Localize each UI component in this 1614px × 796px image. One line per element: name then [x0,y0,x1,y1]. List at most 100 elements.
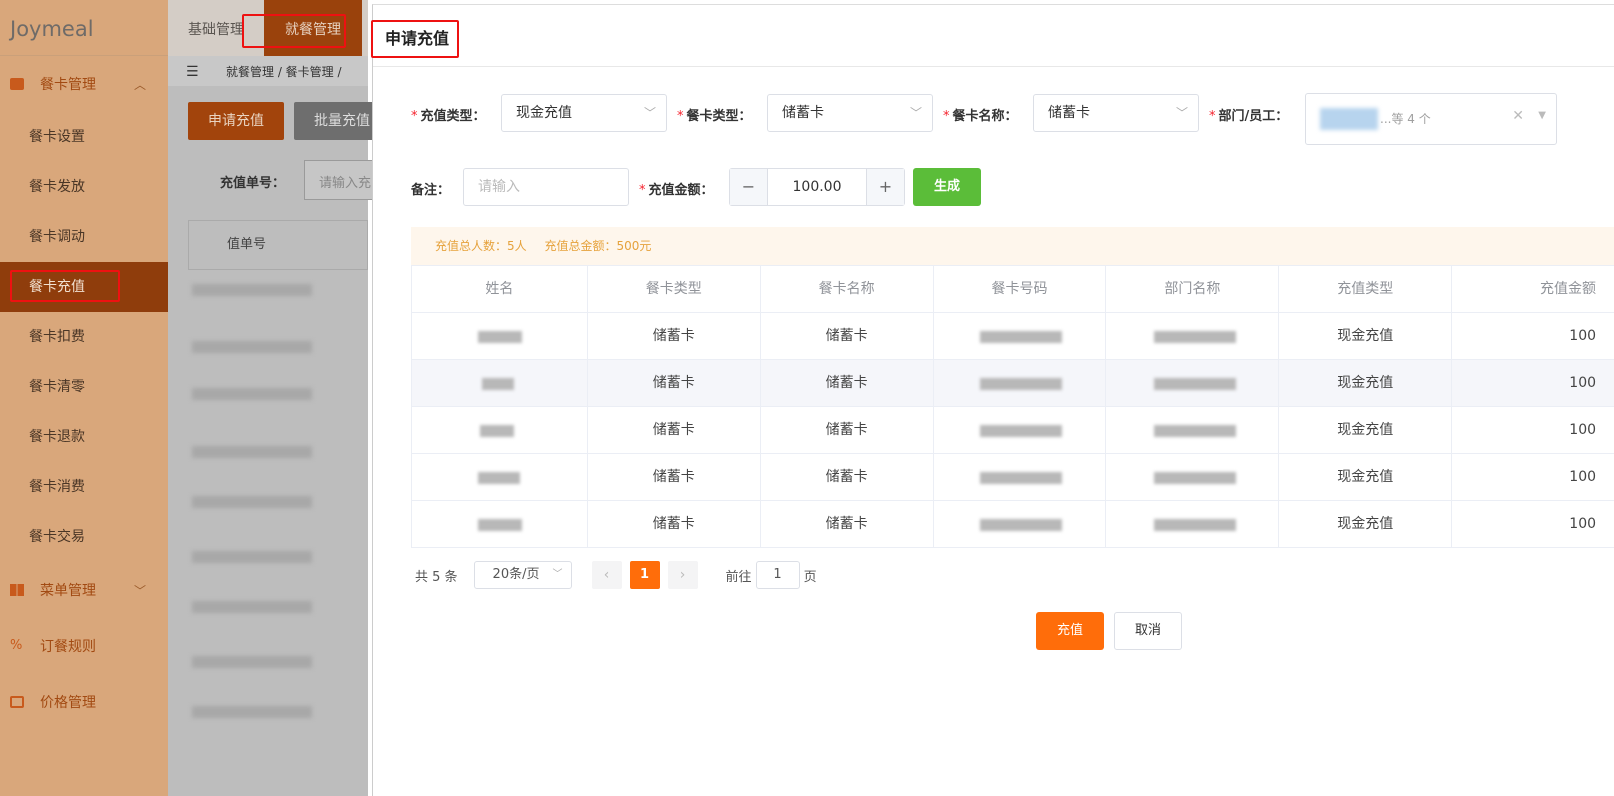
dept-employee-label: * 部门/员工： [1209,109,1289,124]
sidebar-item-deduct[interactable]: 餐卡扣费 [0,312,168,362]
cell-recharge-type: 现金充值 [1279,313,1453,359]
price-icon [10,696,24,708]
sidebar-item-transaction[interactable]: 餐卡交易 [0,512,168,562]
table-row[interactable]: 储蓄卡 储蓄卡 现金充值 100 [412,313,1614,360]
recharge-table: 姓名 餐卡类型 餐卡名称 餐卡号码 部门名称 充值类型 充值金额 储蓄卡 储蓄卡… [411,265,1614,548]
sidebar-item-clear[interactable]: 餐卡清零 [0,362,168,412]
cell-card-type: 储蓄卡 [588,501,761,547]
apply-recharge-button[interactable]: 申请充值 [188,102,284,140]
summary-total: 充值总金额：500元 [544,239,652,253]
cell-card-name: 储蓄卡 [761,313,934,359]
goto-page-input[interactable]: 1 [755,561,800,589]
chevron-down-icon: ﹀ [643,106,656,120]
dialog-header: 申请充值 [373,5,1614,67]
cell-amount: 100 [1452,501,1614,547]
tab-meal-management[interactable]: 就餐管理 [264,0,362,56]
card-name-label: * 餐卡名称： [943,109,1018,124]
cell-card-name: 储蓄卡 [761,501,934,547]
sidebar-group-label: 菜单管理 [40,583,96,599]
card-type-label: * 餐卡类型： [677,109,752,124]
card-name-value: 储蓄卡 [1048,105,1090,121]
goto-prefix: 前往 [725,569,752,585]
card-type-select[interactable]: 储蓄卡 ﹀ [767,94,933,132]
remark-input[interactable]: 请输入 [463,168,629,206]
sidebar-group-menu[interactable]: 菜单管理 ﹀ [0,562,168,618]
sidebar-group-card[interactable]: 餐卡管理 ︿ [0,56,168,112]
decrease-button[interactable]: − [730,169,768,205]
blurred-row [192,388,312,400]
top-nav: 基础管理 就餐管理 [168,0,368,56]
next-page-button[interactable]: › [667,561,698,589]
table-header-row: 姓名 餐卡类型 餐卡名称 餐卡号码 部门名称 充值类型 充值金额 [412,266,1614,313]
amount-label: * 充值金额： [639,183,714,198]
cell-amount: 100 [1452,360,1614,406]
sidebar-group-order-rules[interactable]: % 订餐规则 [0,618,168,674]
sidebar-item-issue[interactable]: 餐卡发放 [0,162,168,212]
table-row[interactable]: 储蓄卡 储蓄卡 现金充值 100 [412,360,1614,407]
recharge-type-select[interactable]: 现金充值 ﹀ [501,94,667,132]
pagination-total: 共 5 条 [415,569,458,585]
page-number-current[interactable]: 1 [629,561,660,589]
summary-people: 充值总人数：5人 [435,239,527,253]
cell-card-type: 储蓄卡 [588,454,761,500]
cell-card-name: 储蓄卡 [761,407,934,453]
page-size-select[interactable]: 20条/页 ﹀ [473,561,572,589]
cell-recharge-type: 现金充值 [1279,407,1453,453]
sidebar-group-label: 订餐规则 [40,639,96,655]
sidebar-item-refund[interactable]: 餐卡退款 [0,412,168,462]
recharge-button[interactable]: 充值 [1036,612,1104,650]
cell-card-number [934,501,1107,547]
tab-basic-management[interactable]: 基础管理 [188,0,244,56]
menu-toggle-icon[interactable]: ☰ [186,64,199,80]
cell-card-number [934,454,1107,500]
sidebar-item-settings[interactable]: 餐卡设置 [0,112,168,162]
generate-button[interactable]: 生成 [913,168,981,206]
blurred-row [192,601,312,613]
blurred-row [192,706,312,718]
increase-button[interactable]: + [866,169,904,205]
amount-stepper[interactable]: − 100.00 + [729,168,905,206]
card-name-select[interactable]: 储蓄卡 ﹀ [1033,94,1199,132]
cell-card-type: 储蓄卡 [588,407,761,453]
recharge-type-label: * 充值类型： [411,109,486,124]
sidebar-group-price[interactable]: 价格管理 [0,674,168,730]
search-label: 充值单号： [220,176,286,191]
sidebar-item-recharge[interactable]: 餐卡充值 [0,262,168,312]
cell-card-number [934,360,1107,406]
cell-recharge-type: 现金充值 [1279,501,1453,547]
cell-card-type: 储蓄卡 [588,360,761,406]
sidebar-item-transfer[interactable]: 餐卡调动 [0,212,168,262]
col-card-name: 餐卡名称 [761,266,934,312]
table-row[interactable]: 储蓄卡 储蓄卡 现金充值 100 [412,407,1614,454]
blurred-row [192,496,312,508]
cell-recharge-type: 现金充值 [1279,454,1453,500]
blurred-row [192,656,312,668]
cell-dept-name [1106,407,1280,453]
sidebar: Joymeal 餐卡管理 ︿ 餐卡设置 餐卡发放 餐卡调动 餐卡充值 餐卡扣费 … [0,0,168,796]
cancel-button[interactable]: 取消 [1114,612,1182,650]
cell-amount: 100 [1452,407,1614,453]
cell-dept-name [1106,360,1280,406]
clear-icon[interactable]: ✕ [1512,108,1524,124]
apply-recharge-dialog: 申请充值 * 充值类型： 现金充值 ﹀ * 餐卡类型： 储蓄卡 ﹀ * 餐卡名称： 储… [372,4,1614,796]
table-row[interactable]: 储蓄卡 储蓄卡 现金充值 100 [412,501,1614,548]
cell-card-number [934,313,1107,359]
table-row[interactable]: 储蓄卡 储蓄卡 现金充值 100 [412,454,1614,501]
prev-page-button[interactable]: ‹ [591,561,622,589]
sidebar-item-consume[interactable]: 餐卡消费 [0,462,168,512]
chevron-down-icon: ﹀ [909,106,922,120]
blurred-row [192,446,312,458]
batch-recharge-button[interactable]: 批量充值 [294,102,374,140]
selected-more-count: ...等 4 个 [1380,112,1431,126]
dept-employee-multiselect[interactable]: ...等 4 个 ✕ ▼ [1305,93,1557,145]
sidebar-group-label: 价格管理 [40,695,96,711]
percent-icon: % [10,638,23,653]
cell-name [412,360,588,406]
amount-value[interactable]: 100.00 [768,169,866,205]
cell-name [412,454,588,500]
remark-label: 备注： [411,183,451,198]
blurred-row [192,284,312,296]
recharge-summary: 充值总人数：5人 充值总金额：500元 [411,227,1614,265]
caret-down-icon[interactable]: ▼ [1538,110,1546,121]
col-amount: 充值金额 [1452,266,1614,312]
